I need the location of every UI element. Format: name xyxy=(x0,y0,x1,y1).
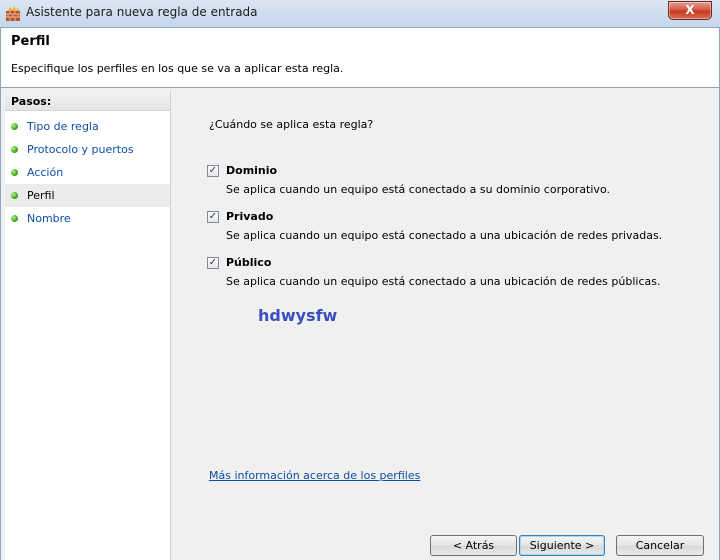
firewall-icon xyxy=(6,6,20,21)
sidebar-item-tipo-de-regla[interactable]: Tipo de regla xyxy=(5,115,170,138)
status-dot-icon xyxy=(11,123,18,130)
wizard-header: Perfil Especifique los perfiles en los q… xyxy=(0,28,720,88)
status-dot-icon xyxy=(11,215,18,222)
title-bar: Asistente para nueva regla de entrada X xyxy=(0,0,720,28)
sidebar-item-perfil[interactable]: Perfil xyxy=(5,184,170,207)
main-panel: ¿Cuándo se aplica esta regla? ✓ Dominio … xyxy=(173,91,715,560)
status-dot-icon xyxy=(11,192,18,199)
sidebar-item-label: Tipo de regla xyxy=(27,120,99,133)
cancel-button[interactable]: Cancelar xyxy=(616,535,704,556)
question-text: ¿Cuándo se aplica esta regla? xyxy=(209,118,374,131)
more-info-link[interactable]: Más información acerca de los perfiles xyxy=(209,469,420,482)
option-description: Se aplica cuando un equipo está conectad… xyxy=(226,183,610,196)
close-button[interactable]: X xyxy=(668,1,712,20)
back-button[interactable]: < Atrás xyxy=(430,535,517,556)
publico-checkbox[interactable]: ✓ xyxy=(207,257,219,269)
sidebar-item-label: Perfil xyxy=(27,189,55,202)
option-title: Público xyxy=(226,256,272,269)
sidebar-item-accion[interactable]: Acción xyxy=(5,161,170,184)
option-title: Dominio xyxy=(226,164,278,177)
dominio-checkbox[interactable]: ✓ xyxy=(207,165,219,177)
sidebar-item-label: Protocolo y puertos xyxy=(27,143,134,156)
next-button[interactable]: Siguiente > xyxy=(519,535,605,556)
watermark-text: hdwysfw xyxy=(258,306,338,325)
window-title: Asistente para nueva regla de entrada xyxy=(26,5,258,19)
page-description: Especifique los perfiles en los que se v… xyxy=(11,62,344,75)
status-dot-icon xyxy=(11,169,18,176)
sidebar-item-protocolo-y-puertos[interactable]: Protocolo y puertos xyxy=(5,138,170,161)
sidebar-item-label: Nombre xyxy=(27,212,71,225)
sidebar-item-label: Acción xyxy=(27,166,64,179)
steps-sidebar: Pasos: Tipo de regla Protocolo y puertos… xyxy=(5,91,171,560)
option-description: Se aplica cuando un equipo está conectad… xyxy=(226,229,663,242)
page-title: Perfil xyxy=(11,34,50,49)
option-description: Se aplica cuando un equipo está conectad… xyxy=(226,275,661,288)
sidebar-item-nombre[interactable]: Nombre xyxy=(5,207,170,230)
status-dot-icon xyxy=(11,146,18,153)
steps-heading: Pasos: xyxy=(5,91,170,111)
privado-checkbox[interactable]: ✓ xyxy=(207,211,219,223)
option-title: Privado xyxy=(226,210,274,223)
wizard-body: Pasos: Tipo de regla Protocolo y puertos… xyxy=(0,88,720,560)
